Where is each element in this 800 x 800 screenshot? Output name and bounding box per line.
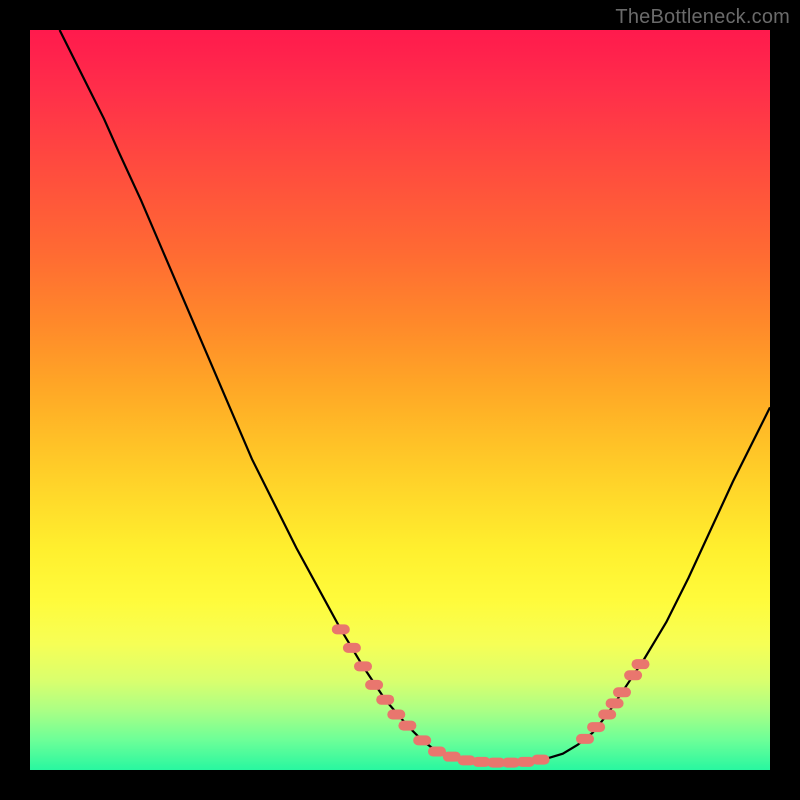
marker-point [387, 710, 405, 720]
marker-point [532, 755, 550, 765]
watermark-text: TheBottleneck.com [615, 6, 790, 29]
marker-point [613, 687, 631, 697]
marker-point [343, 643, 361, 653]
marker-point [398, 721, 416, 731]
marker-point [624, 670, 642, 680]
marker-point [598, 710, 616, 720]
marker-point [354, 661, 372, 671]
curve-markers [332, 624, 650, 767]
chart-frame: TheBottleneck.com [0, 0, 800, 800]
marker-point [576, 734, 594, 744]
marker-point [376, 695, 394, 705]
marker-point [413, 735, 431, 745]
marker-point [332, 624, 350, 634]
bottleneck-curve [60, 30, 770, 763]
curve-svg [30, 30, 770, 770]
plot-area [30, 30, 770, 770]
marker-point [365, 680, 383, 690]
marker-point [632, 659, 650, 669]
marker-point [606, 698, 624, 708]
marker-point [587, 722, 605, 732]
